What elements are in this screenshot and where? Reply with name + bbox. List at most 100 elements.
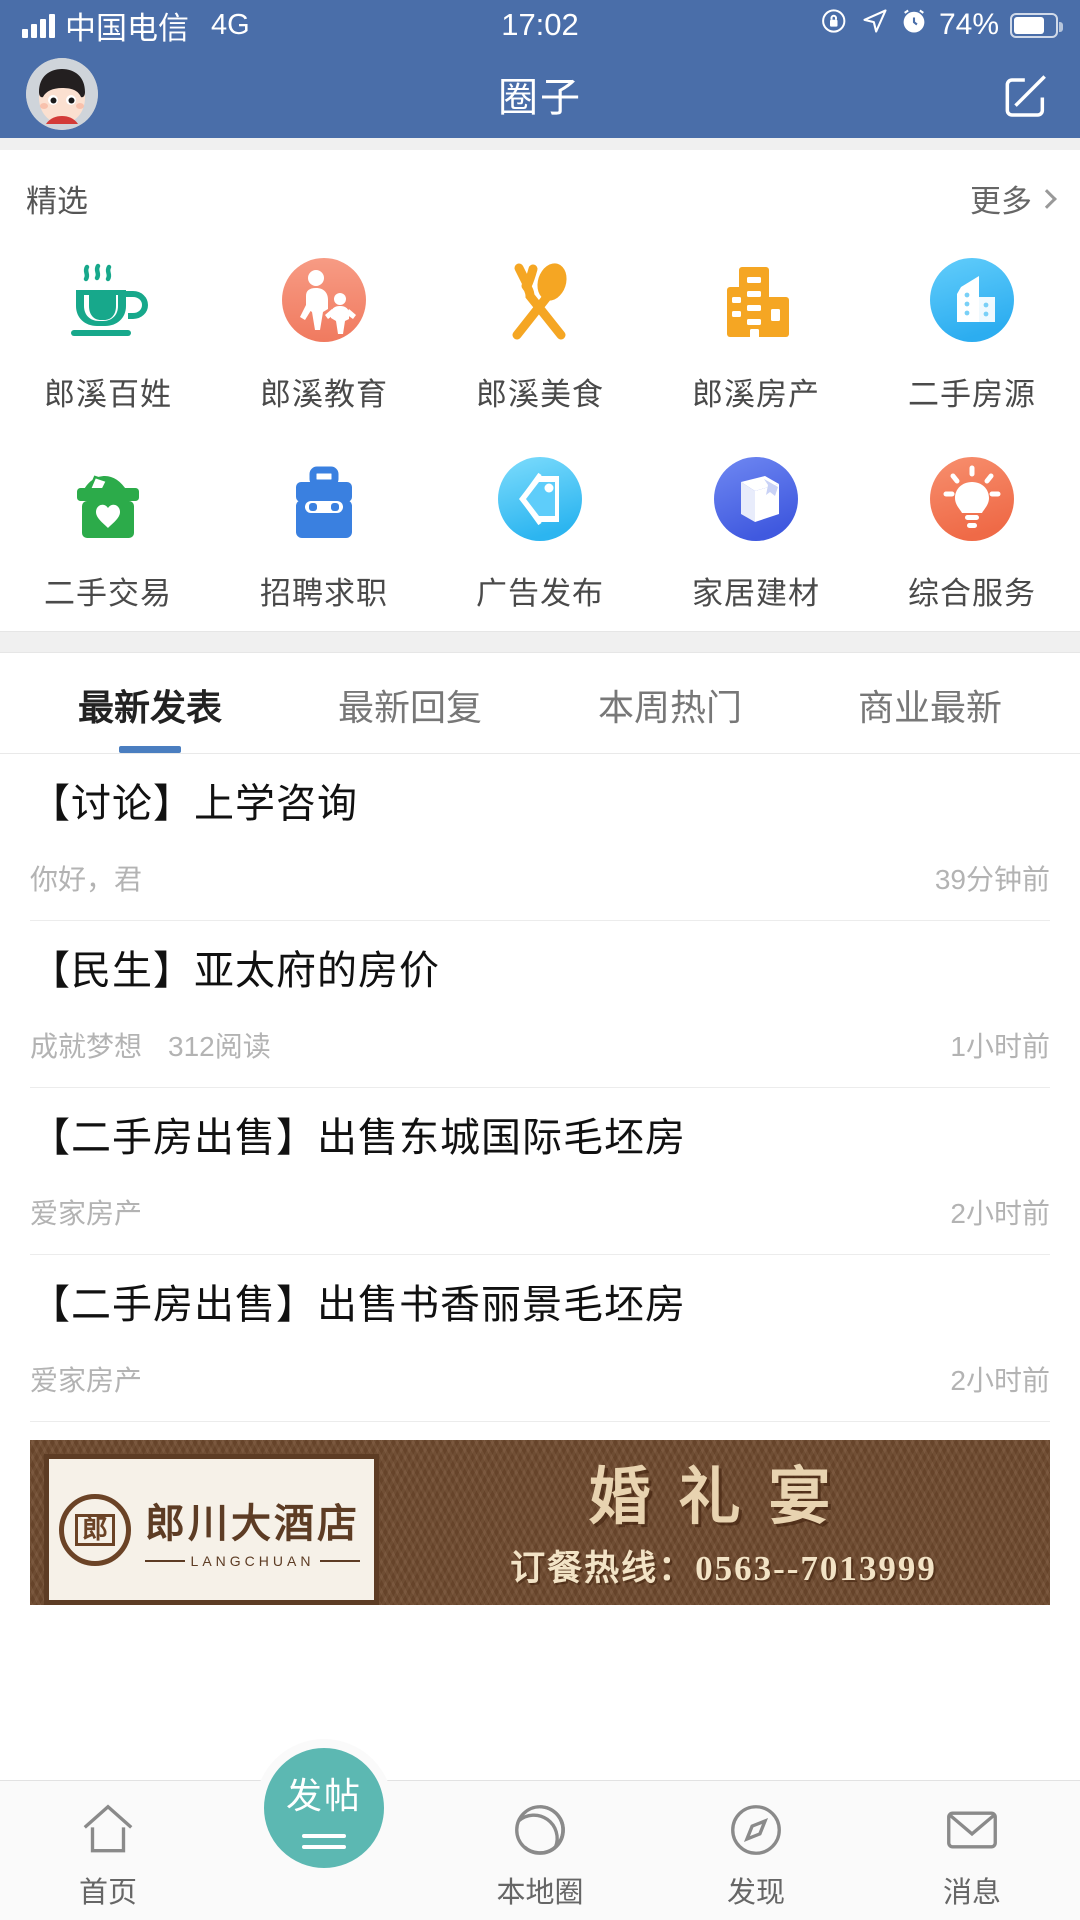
post-title: 【二手房出售】出售书香丽景毛坯房: [30, 1283, 686, 1327]
create-post-label: 发帖: [285, 1775, 362, 1816]
page-title: 圈子: [498, 76, 582, 120]
bottom-nav-local[interactable]: 本地圈: [432, 1781, 648, 1911]
package-box-icon: [701, 444, 811, 554]
category-label: 郎溪房产: [692, 377, 820, 412]
status-bar: 中国电信 4G 17:02 74%: [0, 0, 1080, 50]
category-label: 二手交易: [44, 576, 172, 611]
list-item[interactable]: 【二手房出售】出售书香丽景毛坯房 爱家房产 2小时前: [0, 1255, 1080, 1422]
post-title: 【讨论】上学咨询: [30, 782, 358, 826]
post-meta: 爱家房产 2小时前: [30, 1359, 1050, 1422]
hotel-seal-icon: 郎: [59, 1493, 131, 1566]
category-label: 郎溪美食: [476, 377, 604, 412]
header-divider: [0, 138, 1080, 150]
ad-phone-line: 订餐热线：0563--7013999: [510, 1549, 937, 1588]
featured-label: 精选: [26, 184, 88, 219]
category-item-education[interactable]: 郎溪教育: [216, 231, 432, 414]
battery-icon: [1010, 12, 1063, 38]
category-label: 二手房源: [908, 377, 1036, 412]
post-author: 爱家房产: [30, 1365, 143, 1396]
ad-banner[interactable]: 郎 郎川大酒店 LANGCHUAN 婚礼宴 订餐热线：0563--7013999: [30, 1440, 1050, 1605]
category-item-services[interactable]: 综合服务: [864, 430, 1080, 613]
app-header: 圈子: [0, 50, 1080, 138]
compose-icon[interactable]: [998, 66, 1054, 122]
post-time: 2小时前: [950, 1365, 1050, 1396]
post-read-count: 312阅读: [168, 1031, 271, 1062]
status-bar-left: 中国电信 4G: [22, 3, 250, 48]
feed-tabs: 最新发表 最新回复 本周热门 商业最新: [0, 653, 1080, 753]
ad-hotel-text: 郎川大酒店 LANGCHUAN: [145, 1491, 360, 1569]
ad-hotel-plaque: 郎 郎川大酒店 LANGCHUAN: [44, 1454, 379, 1605]
post-meta: 成就梦想 312阅读 1小时前: [30, 1025, 1050, 1088]
ad-hotel-pinyin: LANGCHUAN: [145, 1553, 360, 1569]
coffee-cup-icon: [53, 245, 163, 355]
category-item-ads[interactable]: 广告发布: [432, 430, 648, 613]
post-meta: 爱家房产 2小时前: [30, 1192, 1050, 1255]
bottom-nav-home[interactable]: 首页: [0, 1781, 216, 1911]
post-title: 【二手房出售】出售东城国际毛坯房: [30, 1116, 686, 1160]
post-time: 1小时前: [950, 1031, 1050, 1062]
bottom-nav-label: 本地圈: [496, 1877, 584, 1909]
bottom-navigation: 首页 发帖 本地圈 发现 消息: [0, 1739, 1080, 1920]
price-tag-icon: [485, 444, 595, 554]
avatar[interactable]: [26, 58, 98, 130]
post-meta-left: 成就梦想 312阅读: [30, 1025, 271, 1065]
fork-spoon-icon: [485, 245, 595, 355]
post-meta: 你好，君 39分钟前: [30, 858, 1050, 921]
lightbulb-icon: [917, 444, 1027, 554]
featured-more-button[interactable]: 更多: [970, 176, 1057, 221]
category-item-food[interactable]: 郎溪美食: [432, 231, 648, 414]
bottom-nav-label: 消息: [942, 1877, 1001, 1909]
post-time: 39分钟前: [934, 864, 1050, 895]
tab-weekly-hot[interactable]: 本周热门: [540, 653, 800, 753]
ad-right-panel: 婚礼宴 订餐热线：0563--7013999: [379, 1440, 1050, 1605]
section-divider: [0, 631, 1080, 653]
bottom-nav-messages[interactable]: 消息: [864, 1781, 1080, 1911]
rotation-lock-icon: [820, 6, 850, 44]
category-item-secondhand-house[interactable]: 二手房源: [864, 231, 1080, 414]
post-author: 你好，君: [30, 864, 143, 895]
create-post-button[interactable]: 发帖: [255, 1739, 393, 1877]
building-icon: [701, 245, 811, 355]
signal-bars-icon: [22, 12, 55, 38]
category-label: 综合服务: [908, 576, 1036, 611]
featured-section: 精选 更多 郎溪百姓 郎溪教育 郎溪美食 郎溪房产 二手房源 二手交易 招聘求职…: [0, 150, 1080, 631]
envelope-icon: [941, 1799, 1003, 1861]
category-item-home-materials[interactable]: 家居建材: [648, 430, 864, 613]
donation-box-icon: [53, 444, 163, 554]
tab-business-latest[interactable]: 商业最新: [800, 653, 1060, 753]
bottom-nav-label: 发现: [726, 1877, 785, 1909]
list-item[interactable]: 【讨论】上学咨询 你好，君 39分钟前: [0, 754, 1080, 921]
category-item-secondhand-trade[interactable]: 二手交易: [0, 430, 216, 613]
ad-headline: 婚礼宴: [588, 1464, 859, 1532]
network-type-label: 4G: [211, 8, 250, 41]
post-time: 2小时前: [950, 1198, 1050, 1229]
home-icon: [77, 1799, 139, 1861]
category-label: 家居建材: [692, 576, 820, 611]
status-bar-right: 74%: [820, 6, 1063, 44]
category-label: 郎溪教育: [260, 377, 388, 412]
featured-header: 精选 更多: [0, 150, 1080, 231]
alarm-clock-icon: [900, 7, 928, 43]
briefcase-icon: [269, 444, 379, 554]
bottom-nav-discover[interactable]: 发现: [648, 1781, 864, 1911]
hotel-seal-text: 郎: [74, 1513, 115, 1546]
list-item[interactable]: 【二手房出售】出售东城国际毛坯房 爱家房产 2小时前: [0, 1088, 1080, 1255]
post-author: 成就梦想: [30, 1031, 143, 1062]
bottom-nav-label: 首页: [78, 1877, 137, 1909]
category-item-realestate[interactable]: 郎溪房产: [648, 231, 864, 414]
tab-latest-replies[interactable]: 最新回复: [280, 653, 540, 753]
ad-hotel-name: 郎川大酒店: [145, 1500, 360, 1546]
tab-latest-posts[interactable]: 最新发表: [20, 653, 280, 753]
category-item-coffee[interactable]: 郎溪百姓: [0, 231, 216, 414]
category-item-jobs[interactable]: 招聘求职: [216, 430, 432, 613]
battery-percent-label: 74%: [938, 8, 999, 41]
ad-banner-wrapper: 郎 郎川大酒店 LANGCHUAN 婚礼宴 订餐热线：0563--7013999: [0, 1422, 1080, 1605]
category-grid: 郎溪百姓 郎溪教育 郎溪美食 郎溪房产 二手房源 二手交易 招聘求职 广告发布 …: [0, 231, 1080, 613]
category-label: 招聘求职: [260, 576, 388, 611]
list-item[interactable]: 【民生】亚太府的房价 成就梦想 312阅读 1小时前: [0, 921, 1080, 1088]
chevron-right-icon: [1037, 188, 1057, 209]
family-icon: [269, 245, 379, 355]
carrier-label: 中国电信: [65, 10, 189, 46]
post-title: 【民生】亚太府的房价: [30, 949, 440, 993]
category-label: 广告发布: [476, 576, 604, 611]
